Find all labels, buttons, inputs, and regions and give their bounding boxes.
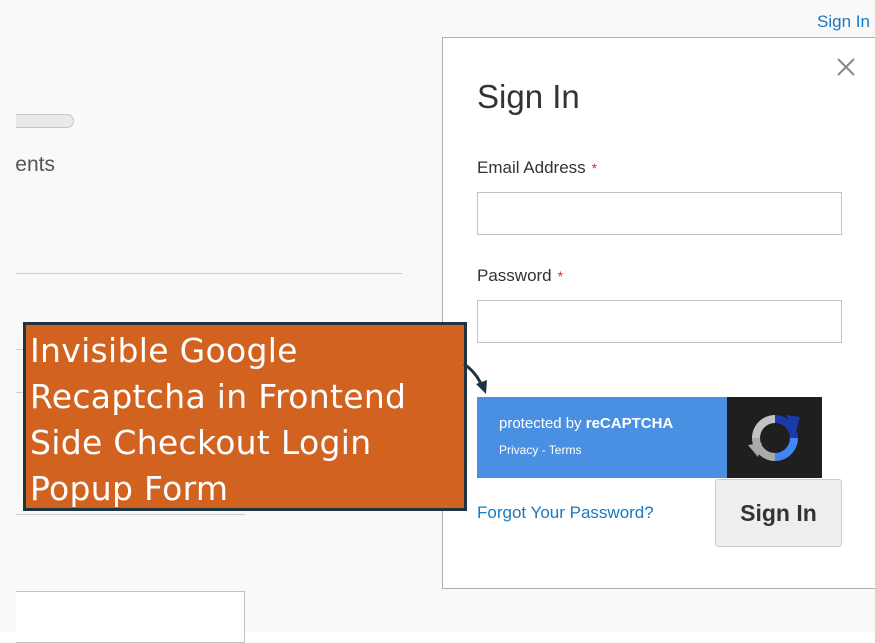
annotation-line: Recaptcha in Frontend: [30, 377, 407, 416]
recaptcha-protected-by: protected by: [499, 415, 582, 432]
background-input-box: [16, 591, 245, 643]
signin-button[interactable]: Sign In: [715, 479, 842, 547]
close-icon[interactable]: [835, 56, 857, 78]
arrow-icon: [462, 342, 502, 402]
recaptcha-logo-panel: [727, 397, 822, 478]
recaptcha-link-separator: -: [538, 443, 549, 457]
annotation-callout: Invisible Google Recaptcha in Frontend S…: [23, 322, 467, 511]
recaptcha-links: Privacy - Terms: [499, 443, 581, 457]
recaptcha-info-panel: protected by reCAPTCHA Privacy - Terms: [477, 397, 727, 478]
recaptcha-privacy-link[interactable]: Privacy: [499, 443, 538, 457]
recaptcha-brand: reCAPTCHA: [585, 415, 674, 432]
required-marker: *: [557, 268, 564, 284]
forgot-password-link[interactable]: Forgot Your Password?: [477, 503, 654, 523]
annotation-line: Popup Form: [30, 469, 229, 508]
password-label: Password *: [477, 266, 563, 286]
required-marker: *: [591, 160, 598, 176]
annotation-line: Invisible Google: [30, 331, 298, 370]
background-divider: [16, 514, 245, 515]
header-signin-link[interactable]: Sign In: [817, 12, 875, 32]
annotation-line: Side Checkout Login: [30, 423, 372, 462]
email-field[interactable]: [477, 192, 842, 235]
recaptcha-badge: protected by reCAPTCHA Privacy - Terms: [477, 397, 822, 478]
recaptcha-logo-icon: [746, 409, 804, 467]
password-field[interactable]: [477, 300, 842, 343]
background-divider: [16, 273, 402, 274]
background-progress-pill: [16, 114, 74, 128]
recaptcha-protected-text: protected by reCAPTCHA: [499, 415, 673, 432]
modal-title: Sign In: [477, 78, 580, 115]
recaptcha-terms-link[interactable]: Terms: [549, 443, 582, 457]
email-label: Email Address *: [477, 158, 597, 178]
password-label-text: Password: [477, 266, 552, 285]
email-label-text: Email Address: [477, 158, 586, 177]
background-partial-text: ents: [15, 153, 55, 176]
